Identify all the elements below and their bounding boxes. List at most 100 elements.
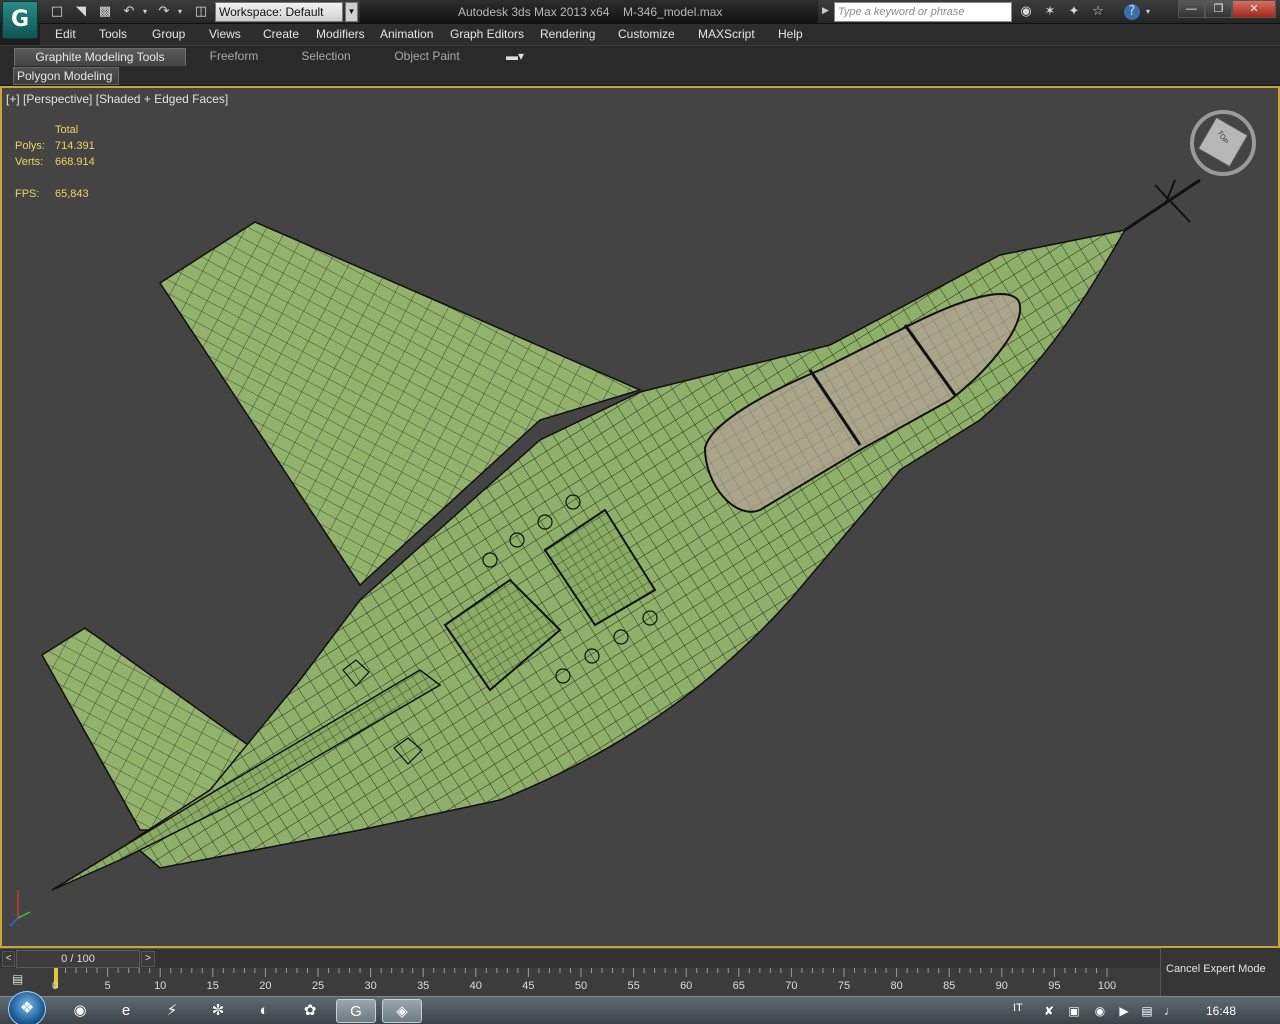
satellite-icon[interactable]: ✦: [1065, 3, 1083, 21]
help-dropdown-icon[interactable]: ▾: [1143, 3, 1153, 21]
menu-rendering[interactable]: Rendering: [540, 27, 595, 41]
trackbar-tick-label: 25: [311, 980, 325, 992]
menu-tools[interactable]: Tools: [99, 27, 127, 41]
favorites-star-icon[interactable]: ☆: [1089, 3, 1107, 21]
ribbon-options-icon[interactable]: ▬▾: [500, 48, 530, 66]
menu-create[interactable]: Create: [263, 27, 299, 41]
open-file-icon[interactable]: ◥: [72, 3, 90, 21]
tab-freeform[interactable]: Freeform: [196, 48, 272, 66]
trackbar-tick-label: 60: [680, 980, 693, 992]
menu-graph-editors[interactable]: Graph Editors: [450, 27, 524, 41]
tray-icon[interactable]: ◉: [1092, 1003, 1108, 1019]
binoculars-icon[interactable]: ◉: [1017, 3, 1035, 21]
restore-button[interactable]: ❐: [1205, 0, 1232, 18]
trackbar-tick-label: 65: [732, 980, 745, 992]
time-slider: < 0 / 100 >: [0, 948, 1160, 968]
project-folder-icon[interactable]: ◫: [192, 3, 210, 21]
menu-bar: Edit Tools Group Views Create Modifiers …: [40, 24, 1280, 45]
redo-dropdown-icon[interactable]: ▾: [175, 3, 185, 21]
verts-label: Verts:: [15, 156, 44, 168]
menu-help[interactable]: Help: [778, 27, 803, 41]
polygon-modeling-panel[interactable]: Polygon Modeling: [13, 67, 119, 85]
polys-label: Polys:: [15, 140, 45, 152]
windows-taskbar: ❖ ◉ e ⚡ ✼ ◐ ✿ G ◈ IT ✘ ▣ ◉ ▶ ▤ ♩ 16:48: [0, 991, 1280, 1024]
3ds-max-taskbar-button[interactable]: G: [336, 999, 376, 1023]
model-render: [9, 110, 1256, 927]
stats-header: Total: [55, 124, 79, 136]
viewport-plus-menu[interactable]: [+]: [6, 92, 20, 106]
trackbar-tick-label: 80: [890, 980, 903, 992]
internet-explorer-icon[interactable]: e: [106, 999, 146, 1023]
trackbar-tick-label: 55: [627, 980, 640, 992]
trackbar-tick-label: 70: [785, 980, 798, 992]
viewport-shading-menu[interactable]: [Shaded + Edged Faces]: [96, 92, 228, 106]
trackbar-tick-label: 15: [206, 980, 219, 992]
cancel-expert-mode-button[interactable]: Cancel Expert Mode: [1166, 963, 1266, 975]
menu-group[interactable]: Group: [152, 27, 185, 41]
undo-dropdown-icon[interactable]: ▾: [140, 3, 150, 21]
tab-graphite-modeling-tools[interactable]: Graphite Modeling Tools: [14, 48, 186, 66]
help-icon[interactable]: ?: [1124, 4, 1140, 20]
fps-value: 65,843: [55, 188, 89, 200]
tray-icon[interactable]: ✘: [1041, 1003, 1057, 1019]
clock[interactable]: 16:48: [1206, 1004, 1236, 1018]
window-title: Autodesk 3ds Max 2013 x64 M-346_model.ma…: [360, 0, 818, 24]
menu-views[interactable]: Views: [209, 27, 241, 41]
tray-icon[interactable]: ▶: [1116, 1003, 1132, 1019]
menu-customize[interactable]: Customize: [618, 27, 675, 41]
ribbon-tabs: Graphite Modeling Tools Freeform Selecti…: [0, 45, 1280, 66]
trackbar-tick-label: 20: [259, 980, 272, 992]
network-icon[interactable]: ▤: [1139, 1003, 1155, 1019]
app-icon[interactable]: ✼: [198, 999, 238, 1023]
undo-icon[interactable]: ↶: [120, 3, 138, 21]
time-slider-thumb[interactable]: 0 / 100: [16, 950, 140, 968]
trackbar-tick-label: 45: [522, 980, 535, 992]
menu-edit[interactable]: Edit: [55, 27, 76, 41]
previous-frame-button[interactable]: <: [2, 951, 15, 967]
trackbar-tick-label: 40: [469, 980, 482, 992]
trackbar-tick-label: 100: [1097, 980, 1117, 992]
menu-animation[interactable]: Animation: [380, 27, 433, 41]
close-button[interactable]: ✕: [1232, 0, 1276, 18]
trackbar-tick-label: 35: [417, 980, 430, 992]
viewport-label[interactable]: [+] [Perspective] [Shaded + Edged Faces]: [6, 92, 228, 106]
firefox-icon[interactable]: ◉: [60, 999, 100, 1023]
start-button[interactable]: ❖: [8, 991, 46, 1024]
tab-object-paint[interactable]: Object Paint: [386, 48, 468, 66]
tools-icon[interactable]: ✶: [1041, 3, 1059, 21]
viewport-pov-menu[interactable]: [Perspective]: [23, 92, 92, 106]
app-icon[interactable]: ◐: [244, 999, 284, 1023]
menu-maxscript[interactable]: MAXScript: [698, 27, 755, 41]
menu-modifiers[interactable]: Modifiers: [316, 27, 365, 41]
workspace-dropdown[interactable]: Workspace: Default: [215, 2, 343, 22]
new-file-icon[interactable]: □: [48, 3, 66, 21]
save-file-icon[interactable]: ▩: [96, 3, 114, 21]
thunderbolt-app-icon[interactable]: ⚡: [152, 999, 192, 1023]
search-expand-icon[interactable]: ▶: [822, 5, 832, 19]
tab-selection[interactable]: Selection: [290, 48, 362, 66]
trackbar-tick-label: 85: [943, 980, 956, 992]
axis-tripod-icon: [9, 890, 31, 927]
file-name: M-346_model.max: [623, 5, 723, 19]
trackbar-tick-label: 95: [1048, 980, 1061, 992]
language-indicator[interactable]: IT: [1013, 1002, 1023, 1014]
trackbar-tick-label: 5: [104, 980, 111, 992]
app-logo-icon[interactable]: G: [2, 1, 38, 39]
app-taskbar-button[interactable]: ◈: [382, 999, 422, 1023]
ribbon-panel: Polygon Modeling: [0, 66, 1280, 86]
tray-icon[interactable]: ▣: [1066, 1003, 1082, 1019]
expert-mode-panel: Cancel Expert Mode: [1160, 948, 1280, 996]
redo-icon[interactable]: ↷: [155, 3, 173, 21]
key-filter-icon[interactable]: ▤: [12, 972, 32, 990]
minimize-button[interactable]: —: [1178, 0, 1205, 18]
next-frame-button[interactable]: >: [141, 951, 155, 967]
chevron-down-icon[interactable]: ▼: [345, 2, 358, 22]
trackbar-tick-label: 30: [364, 980, 377, 992]
trackbar[interactable]: 0 5 10 15 20 25 30 35 40 45 50 55 60 65 70 75 80 85 90 95 10…: [0, 968, 1160, 996]
trackbar-tick-label: 75: [837, 980, 851, 992]
search-input[interactable]: Type a keyword or phrase: [834, 2, 1012, 22]
fps-label: FPS:: [15, 188, 40, 200]
volume-icon[interactable]: ♩: [1162, 1003, 1178, 1019]
perspective-viewport[interactable]: [+] [Perspective] [Shaded + Edged Faces]…: [0, 86, 1280, 948]
app-icon[interactable]: ✿: [290, 999, 330, 1023]
